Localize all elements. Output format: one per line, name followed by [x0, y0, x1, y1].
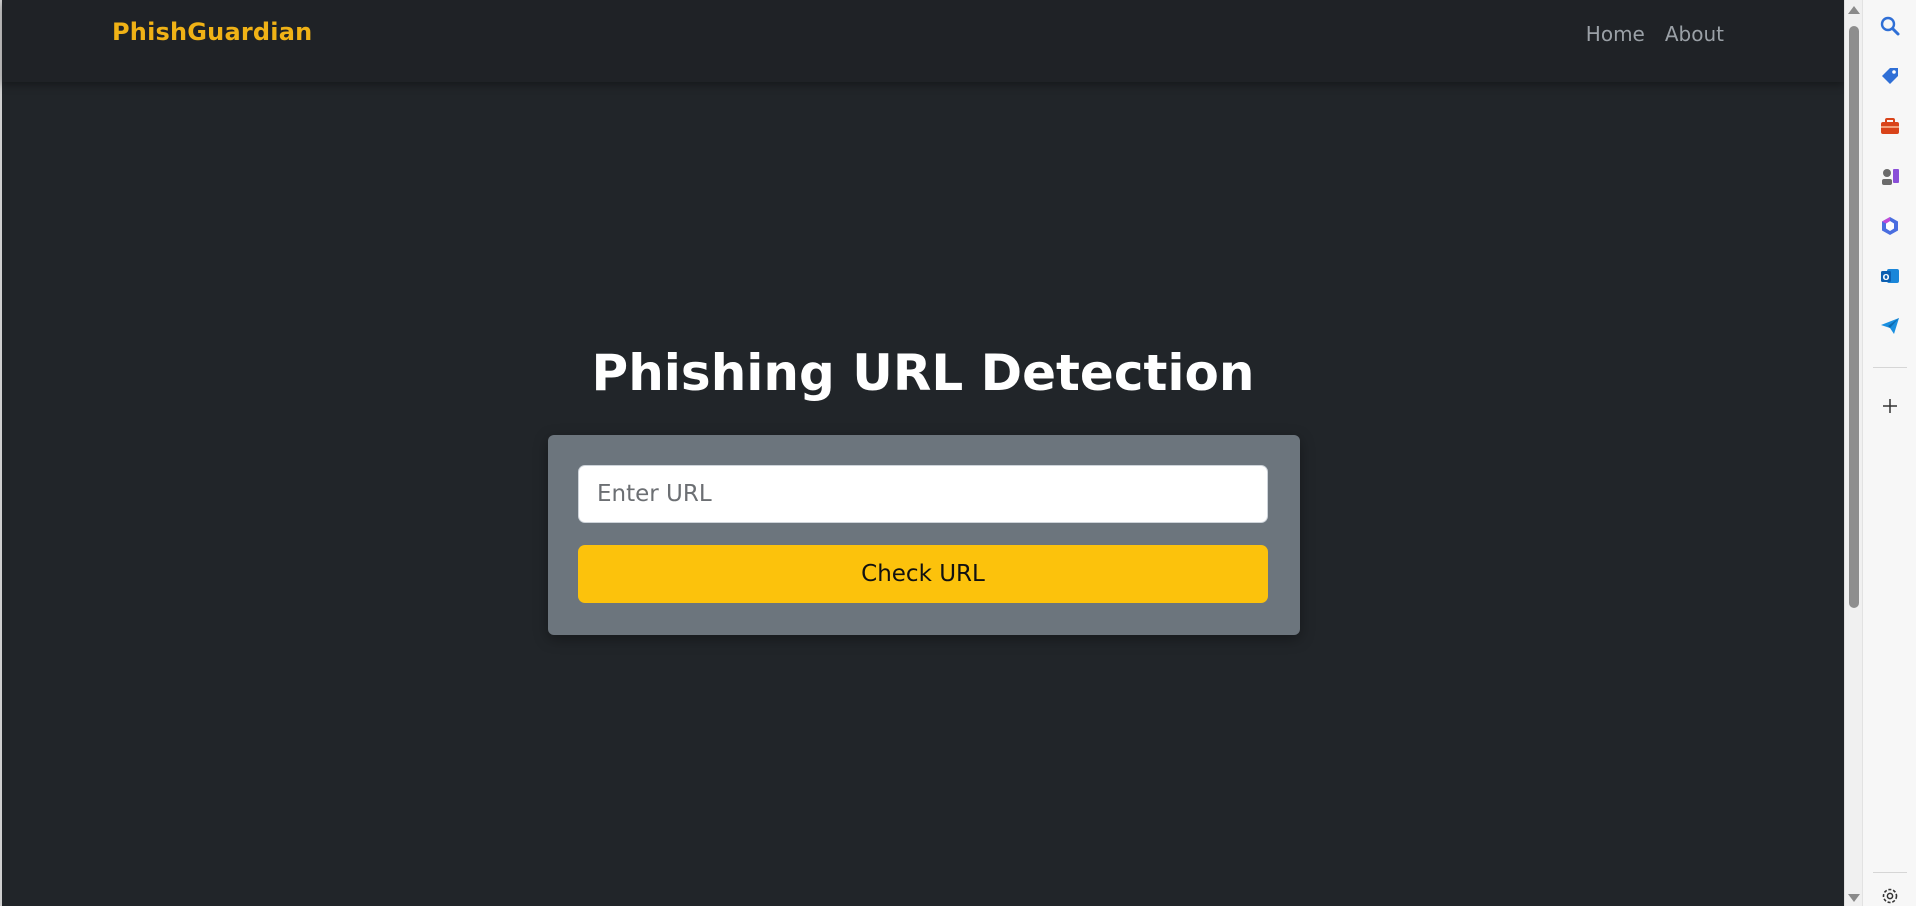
nav-link-about[interactable]: About [1665, 22, 1724, 46]
chess-icon[interactable] [1878, 164, 1902, 188]
tag-icon[interactable] [1878, 64, 1902, 88]
office-icon[interactable] [1878, 214, 1902, 238]
scroll-thumb[interactable] [1849, 26, 1859, 608]
url-input[interactable] [578, 465, 1268, 523]
page-title: Phishing URL Detection [591, 344, 1255, 402]
send-icon[interactable] [1878, 314, 1902, 338]
toolbox-icon[interactable] [1878, 114, 1902, 138]
browser-side-panel: O [1862, 0, 1916, 906]
nav-links: Home About [1586, 22, 1724, 46]
scroll-down-arrow[interactable] [1848, 894, 1860, 902]
add-icon[interactable] [1878, 394, 1902, 418]
outlook-icon[interactable]: O [1878, 264, 1902, 288]
check-url-button[interactable]: Check URL [578, 545, 1268, 603]
brand-logo[interactable]: PhishGuardian [112, 18, 312, 46]
search-icon[interactable] [1878, 14, 1902, 38]
url-check-card: Check URL [548, 435, 1300, 635]
navbar: PhishGuardian Home About [2, 0, 1844, 82]
page-scrollbar[interactable] [1844, 0, 1862, 906]
page-viewport: PhishGuardian Home About Phishing URL De… [0, 0, 1844, 906]
scroll-up-arrow[interactable] [1848, 6, 1860, 14]
side-panel-divider [1873, 367, 1907, 368]
svg-text:O: O [1883, 273, 1890, 282]
nav-link-home[interactable]: Home [1586, 22, 1645, 46]
settings-icon[interactable] [1878, 884, 1902, 906]
side-panel-divider-bottom [1873, 872, 1907, 873]
